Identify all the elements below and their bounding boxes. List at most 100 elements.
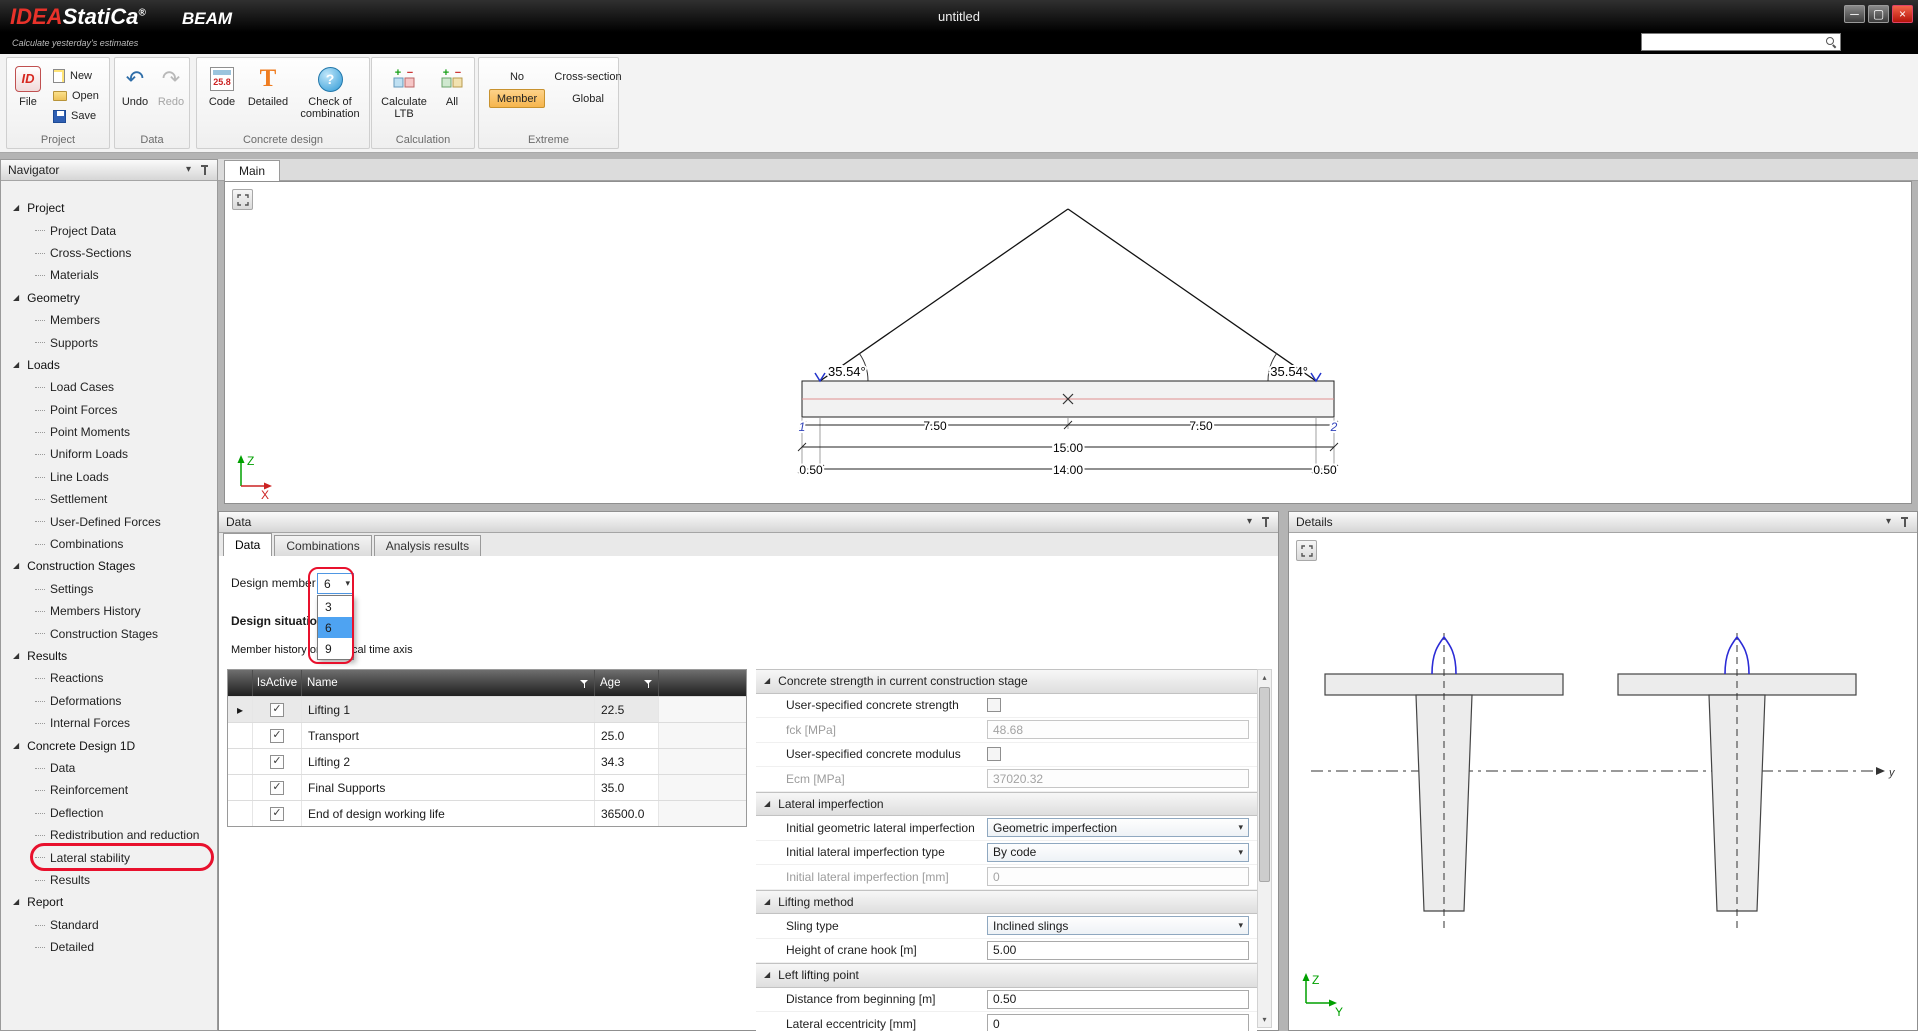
isactive-checkbox[interactable]: ✓ — [270, 755, 284, 769]
data-panel-tab-combinations[interactable]: Combinations — [274, 535, 371, 556]
expander-triangle-icon[interactable]: ◢ — [13, 562, 19, 570]
detailed-button[interactable]: T Detailed — [245, 65, 291, 108]
panel-menu-chevron-icon[interactable]: ▾ — [1247, 517, 1252, 527]
nav-item-construction-stages[interactable]: Construction Stages — [1, 622, 217, 644]
redo-button[interactable]: ↷ Redo — [154, 65, 188, 108]
isactive-cell[interactable]: ✓ — [253, 775, 302, 800]
property-dropdown[interactable]: Geometric imperfection▾ — [987, 818, 1249, 837]
details-content[interactable]: y Z — [1289, 533, 1917, 1030]
extreme-option-member[interactable]: Member — [489, 89, 545, 108]
nav-section-concrete-design-1d[interactable]: ◢Concrete Design 1D — [1, 734, 217, 756]
isactive-cell[interactable]: ✓ — [253, 749, 302, 774]
nav-item-user-defined-forces[interactable]: User-Defined Forces — [1, 510, 217, 532]
property-input[interactable]: 0 — [987, 867, 1249, 886]
property-section-concrete-strength-in-current-construction-stage[interactable]: ◢Concrete strength in current constructi… — [756, 669, 1257, 694]
name-cell[interactable]: End of design working life — [302, 801, 595, 826]
maximize-button[interactable]: ▢ — [1868, 5, 1889, 23]
expander-triangle-icon[interactable]: ◢ — [764, 677, 770, 685]
nav-item-data[interactable]: Data — [1, 757, 217, 779]
expander-triangle-icon[interactable]: ◢ — [13, 361, 19, 369]
nav-item-members-history[interactable]: Members History — [1, 600, 217, 622]
property-input[interactable]: 37020.32 — [987, 769, 1249, 788]
nav-item-supports[interactable]: Supports — [1, 331, 217, 353]
age-cell[interactable]: 25.0 — [595, 723, 659, 748]
pin-icon[interactable] — [1260, 516, 1271, 528]
main-viewport[interactable]: 35.54° 35.54° 7.50 7.50 — [224, 181, 1912, 504]
zoom-to-fit-button[interactable] — [1296, 540, 1317, 561]
file-button[interactable]: ID File — [11, 65, 45, 108]
nav-item-results[interactable]: Results — [1, 869, 217, 891]
extreme-option-global[interactable]: Global — [549, 89, 627, 108]
expander-triangle-icon[interactable]: ◢ — [13, 898, 19, 906]
nav-item-lateral-stability[interactable]: Lateral stability — [1, 846, 217, 868]
nav-item-standard[interactable]: Standard — [1, 914, 217, 936]
pin-icon[interactable] — [199, 164, 210, 176]
tab-main[interactable]: Main — [224, 160, 280, 181]
stage-row-lifting-2[interactable]: ✓Lifting 234.3 — [228, 748, 746, 774]
nav-item-redistribution-and-reduction[interactable]: Redistribution and reduction — [1, 824, 217, 846]
panel-menu-chevron-icon[interactable]: ▾ — [1886, 517, 1891, 527]
age-cell[interactable]: 35.0 — [595, 775, 659, 800]
expander-triangle-icon[interactable]: ◢ — [13, 294, 19, 302]
property-input[interactable]: 0.50 — [987, 990, 1249, 1009]
open-button[interactable]: Open — [53, 87, 99, 105]
nav-item-cross-sections[interactable]: Cross-Sections — [1, 242, 217, 264]
code-button[interactable]: 25.8 Code — [203, 65, 241, 108]
extreme-option-cross-section[interactable]: Cross-section — [549, 67, 627, 86]
name-cell[interactable]: Transport — [302, 723, 595, 748]
property-section-left-lifting-point[interactable]: ◢Left lifting point — [756, 963, 1257, 988]
isactive-cell[interactable]: ✓ — [253, 697, 302, 722]
isactive-cell[interactable]: ✓ — [253, 723, 302, 748]
nav-item-load-cases[interactable]: Load Cases — [1, 376, 217, 398]
property-input[interactable]: 5.00 — [987, 941, 1249, 960]
property-dropdown[interactable]: By code▾ — [987, 843, 1249, 862]
name-cell[interactable]: Final Supports — [302, 775, 595, 800]
age-cell[interactable]: 22.5 — [595, 697, 659, 722]
property-input[interactable]: 0 — [987, 1014, 1249, 1031]
zoom-to-fit-button[interactable] — [232, 189, 253, 210]
header-isactive[interactable]: IsActive — [253, 670, 302, 696]
property-checkbox[interactable] — [987, 698, 1001, 712]
nav-item-point-forces[interactable]: Point Forces — [1, 399, 217, 421]
nav-section-loads[interactable]: ◢Loads — [1, 354, 217, 376]
nav-item-deflection[interactable]: Deflection — [1, 802, 217, 824]
nav-section-construction-stages[interactable]: ◢Construction Stages — [1, 555, 217, 577]
isactive-checkbox[interactable]: ✓ — [270, 807, 284, 821]
minimize-button[interactable]: ─ — [1844, 5, 1865, 23]
design-member-combobox[interactable]: 6 ▾ — [317, 573, 354, 594]
panel-menu-chevron-icon[interactable]: ▾ — [186, 165, 191, 175]
isactive-cell[interactable]: ✓ — [253, 801, 302, 826]
nav-item-settings[interactable]: Settings — [1, 578, 217, 600]
calculate-ltb-button[interactable]: + − Calculate LTB — [377, 65, 431, 120]
nav-item-settlement[interactable]: Settlement — [1, 488, 217, 510]
properties-scrollbar[interactable]: ▴ ▾ — [1257, 669, 1272, 1028]
design-member-option-9[interactable]: 9 — [318, 638, 353, 659]
filter-icon[interactable] — [644, 679, 653, 688]
scroll-up-icon[interactable]: ▴ — [1258, 670, 1271, 685]
nav-item-reactions[interactable]: Reactions — [1, 667, 217, 689]
nav-item-uniform-loads[interactable]: Uniform Loads — [1, 443, 217, 465]
property-section-lifting-method[interactable]: ◢Lifting method — [756, 890, 1257, 915]
stage-row-final-supports[interactable]: ✓Final Supports35.0 — [228, 774, 746, 800]
property-section-lateral-imperfection[interactable]: ◢Lateral imperfection — [756, 792, 1257, 817]
stage-row-transport[interactable]: ✓Transport25.0 — [228, 722, 746, 748]
header-name[interactable]: Name — [302, 670, 595, 696]
filter-icon[interactable] — [580, 679, 589, 688]
nav-item-line-loads[interactable]: Line Loads — [1, 466, 217, 488]
design-member-option-6[interactable]: 6 — [318, 617, 353, 638]
scrollbar-thumb[interactable] — [1259, 687, 1270, 882]
data-panel-tab-analysis-results[interactable]: Analysis results — [374, 535, 481, 556]
design-member-option-3[interactable]: 3 — [318, 596, 353, 617]
nav-item-project-data[interactable]: Project Data — [1, 219, 217, 241]
save-button[interactable]: Save — [53, 107, 99, 125]
expander-triangle-icon[interactable]: ◢ — [13, 742, 19, 750]
all-button[interactable]: + − All — [435, 65, 469, 108]
nav-section-geometry[interactable]: ◢Geometry — [1, 287, 217, 309]
nav-item-deformations[interactable]: Deformations — [1, 690, 217, 712]
search-input[interactable] — [1641, 33, 1841, 51]
nav-item-reinforcement[interactable]: Reinforcement — [1, 779, 217, 801]
nav-item-internal-forces[interactable]: Internal Forces — [1, 712, 217, 734]
expander-triangle-icon[interactable]: ◢ — [13, 204, 19, 212]
header-age[interactable]: Age — [595, 670, 659, 696]
name-cell[interactable]: Lifting 2 — [302, 749, 595, 774]
